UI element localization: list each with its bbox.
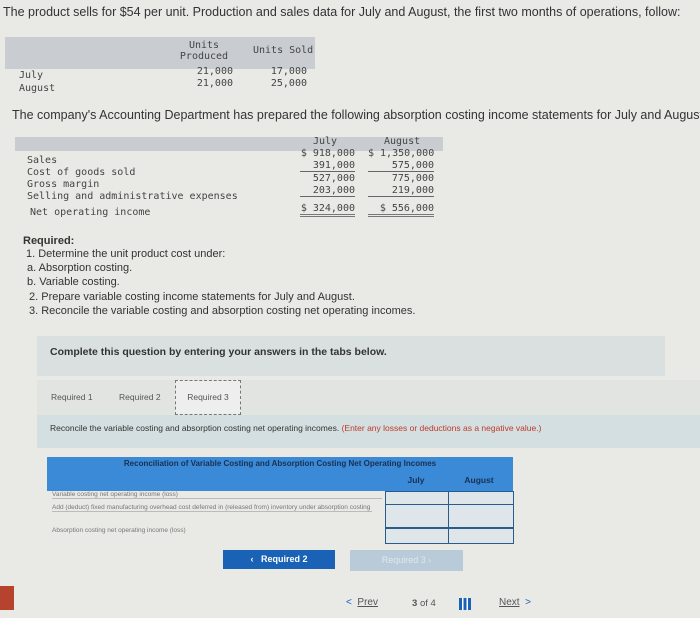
chevron-right-icon: › (428, 555, 432, 565)
cell: 575,000 (368, 160, 434, 172)
complete-text: Complete this question by entering your … (50, 346, 387, 358)
recon-title: Reconciliation of Variable Costing and A… (123, 459, 437, 468)
cell: 527,000 (312, 173, 355, 184)
cell: 17,000 (270, 66, 307, 77)
fixed-overhead-august-input[interactable] (448, 504, 514, 528)
page-indicator: 3 of 4 (412, 598, 436, 609)
col-july: July (313, 136, 338, 147)
page-of: of (419, 598, 428, 609)
intro-text: The product sells for $54 per unit. Prod… (3, 5, 681, 19)
row-label: Sales (27, 155, 58, 166)
next-link[interactable]: Next > (499, 597, 531, 608)
chevron-left-icon: < (346, 597, 352, 608)
required-line: b. Variable costing. (27, 276, 120, 288)
prev-label: Prev (357, 597, 378, 608)
cell: $ 556,000 (368, 203, 434, 217)
tab-required-1[interactable]: Required 1 (51, 392, 93, 402)
instruction-note: (Enter any losses or deductions as a neg… (341, 423, 542, 433)
page-current: 3 (412, 598, 418, 609)
row-label: Cost of goods sold (27, 167, 136, 178)
next-required-button[interactable]: Required 3 › (350, 550, 463, 571)
chevron-right-icon: > (525, 597, 531, 608)
cell: 21,000 (196, 78, 233, 89)
row-label: Gross margin (27, 179, 100, 190)
col-units-sold: Units Sold (253, 45, 314, 56)
absorption-noi-august-input[interactable] (448, 528, 514, 544)
chevron-left-icon: ‹ (250, 554, 254, 564)
cell: 391,000 (300, 160, 355, 172)
prev-required-label: Required 2 (261, 554, 308, 564)
required-line: 3. Reconcile the variable costing and ab… (29, 305, 416, 317)
instruction-text: Reconcile the variable costing and absor… (50, 423, 650, 433)
col-august: August (384, 136, 421, 147)
row-label: Selling and administrative expenses (27, 191, 238, 202)
col-units-produced: Units Produced (179, 40, 229, 62)
required-line: 2. Prepare variable costing income state… (29, 291, 355, 303)
instruction-main: Reconcile the variable costing and absor… (50, 423, 340, 433)
tab-required-2[interactable]: Required 2 (119, 392, 161, 402)
cell: $ 324,000 (300, 203, 355, 217)
logo-icon (0, 586, 14, 610)
required-line: 1. Determine the unit product cost under… (26, 248, 226, 260)
page-total: 4 (430, 598, 436, 609)
absorption-noi-july-input[interactable] (385, 528, 451, 544)
tab-required-3[interactable]: Required 3 (175, 380, 241, 415)
row-label: Net operating income (30, 207, 151, 218)
cell: $ 1,350,000 (368, 148, 435, 159)
col-july: July (407, 475, 425, 485)
row-label: July (19, 70, 44, 81)
fixed-overhead-july-input[interactable] (385, 504, 451, 528)
recon-row-label: Absorption costing net operating income … (52, 527, 186, 534)
cell: 203,000 (300, 185, 355, 197)
next-label: Next (499, 597, 520, 608)
next-required-label: Required 3 (381, 555, 426, 565)
cell: 21,000 (196, 66, 233, 77)
cell: 25,000 (270, 78, 307, 89)
recon-row-label: Variable costing net operating income (l… (52, 491, 382, 499)
grid-icon[interactable] (459, 598, 471, 610)
required-line: a. Absorption costing. (27, 262, 133, 274)
required-title: Required: (23, 235, 75, 247)
cell: $ 918,000 (300, 148, 355, 159)
prev-required-button[interactable]: ‹ Required 2 (223, 550, 335, 569)
row-label: August (19, 83, 56, 94)
cell: 775,000 (391, 173, 434, 184)
col-august: August (464, 475, 494, 485)
prev-link[interactable]: < Prev (346, 597, 378, 608)
recon-row-label: Add (deduct) fixed manufacturing overhea… (52, 504, 372, 512)
cell: 219,000 (368, 185, 434, 197)
statement-intro: The company's Accounting Department has … (12, 108, 700, 122)
